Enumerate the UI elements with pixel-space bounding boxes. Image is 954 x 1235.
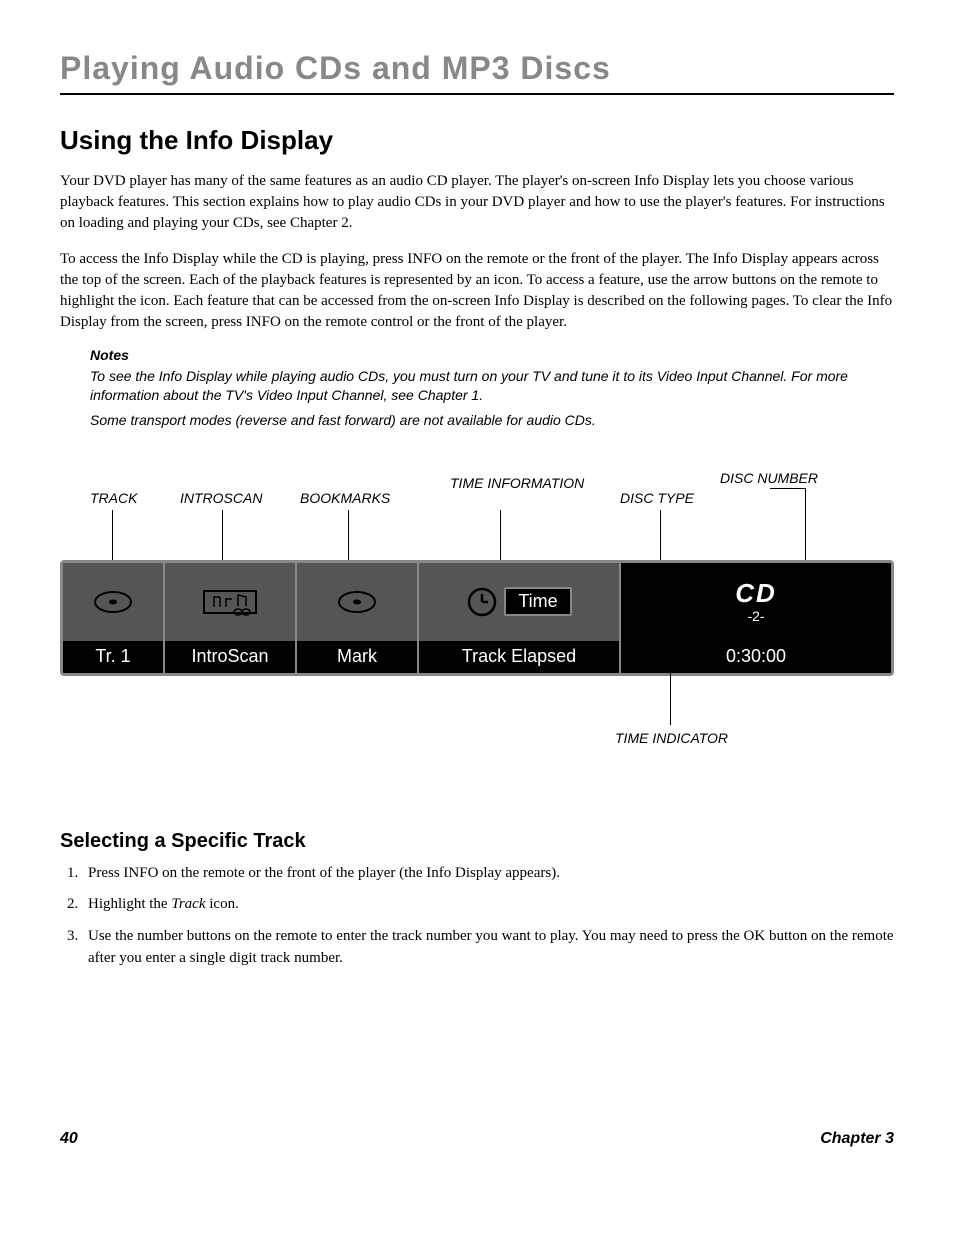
subsection-title: Selecting a Specific Track (60, 830, 894, 853)
info-display-bar: Tr. 1 IntroScan Mark Time Track Elapsed (60, 560, 894, 676)
cell-disc: CD -2- 0:30:00 (621, 563, 891, 673)
time-button: Time (504, 587, 571, 616)
notes-line-1: To see the Info Display while playing au… (90, 367, 894, 405)
clock-icon (466, 586, 498, 618)
chapter-label: Chapter 3 (820, 1130, 894, 1148)
label-bookmarks: BOOKMARKS (300, 490, 390, 506)
label-introscan: INTROSCAN (180, 490, 262, 506)
introscan-icon (165, 563, 295, 641)
time-mode-value: Track Elapsed (419, 641, 619, 673)
notes-block: Notes To see the Info Display while play… (90, 347, 894, 430)
label-disc-type: DISC TYPE (620, 490, 694, 506)
steps-list: Press INFO on the remote or the front of… (60, 863, 894, 970)
label-time-indicator: TIME INDICATOR (615, 730, 728, 746)
label-time-info: TIME INFORMATION (450, 476, 584, 491)
track-value: Tr. 1 (63, 641, 163, 673)
chapter-title: Playing Audio CDs and MP3 Discs (60, 50, 894, 95)
section-title: Using the Info Display (60, 125, 894, 156)
disc-number-value: -2- (747, 608, 764, 624)
time-icon-row: Time (419, 563, 619, 641)
step-3: Use the number buttons on the remote to … (82, 926, 894, 970)
introscan-value: IntroScan (165, 641, 295, 673)
elapsed-value: 0:30:00 (621, 641, 891, 673)
step-2: Highlight the Track icon. (82, 894, 894, 916)
cell-bookmarks: Mark (297, 563, 419, 673)
page-number: 40 (60, 1130, 78, 1148)
label-disc-number: DISC NUMBER (720, 470, 818, 486)
cell-introscan: IntroScan (165, 563, 297, 673)
cd-logo: CD (735, 580, 777, 606)
info-display-diagram: TRACK INTROSCAN BOOKMARKS TIME INFORMATI… (60, 470, 894, 770)
bookmarks-icon (297, 563, 417, 641)
track-icon (63, 563, 163, 641)
cell-track: Tr. 1 (63, 563, 165, 673)
mark-value: Mark (297, 641, 417, 673)
paragraph-2: To access the Info Display while the CD … (60, 249, 894, 333)
page-footer: 40 Chapter 3 (60, 1130, 894, 1148)
notes-heading: Notes (90, 347, 894, 363)
notes-line-2: Some transport modes (reverse and fast f… (90, 411, 894, 430)
paragraph-1: Your DVD player has many of the same fea… (60, 171, 894, 234)
label-track: TRACK (90, 490, 137, 506)
cell-time: Time Track Elapsed (419, 563, 621, 673)
step-1: Press INFO on the remote or the front of… (82, 863, 894, 885)
